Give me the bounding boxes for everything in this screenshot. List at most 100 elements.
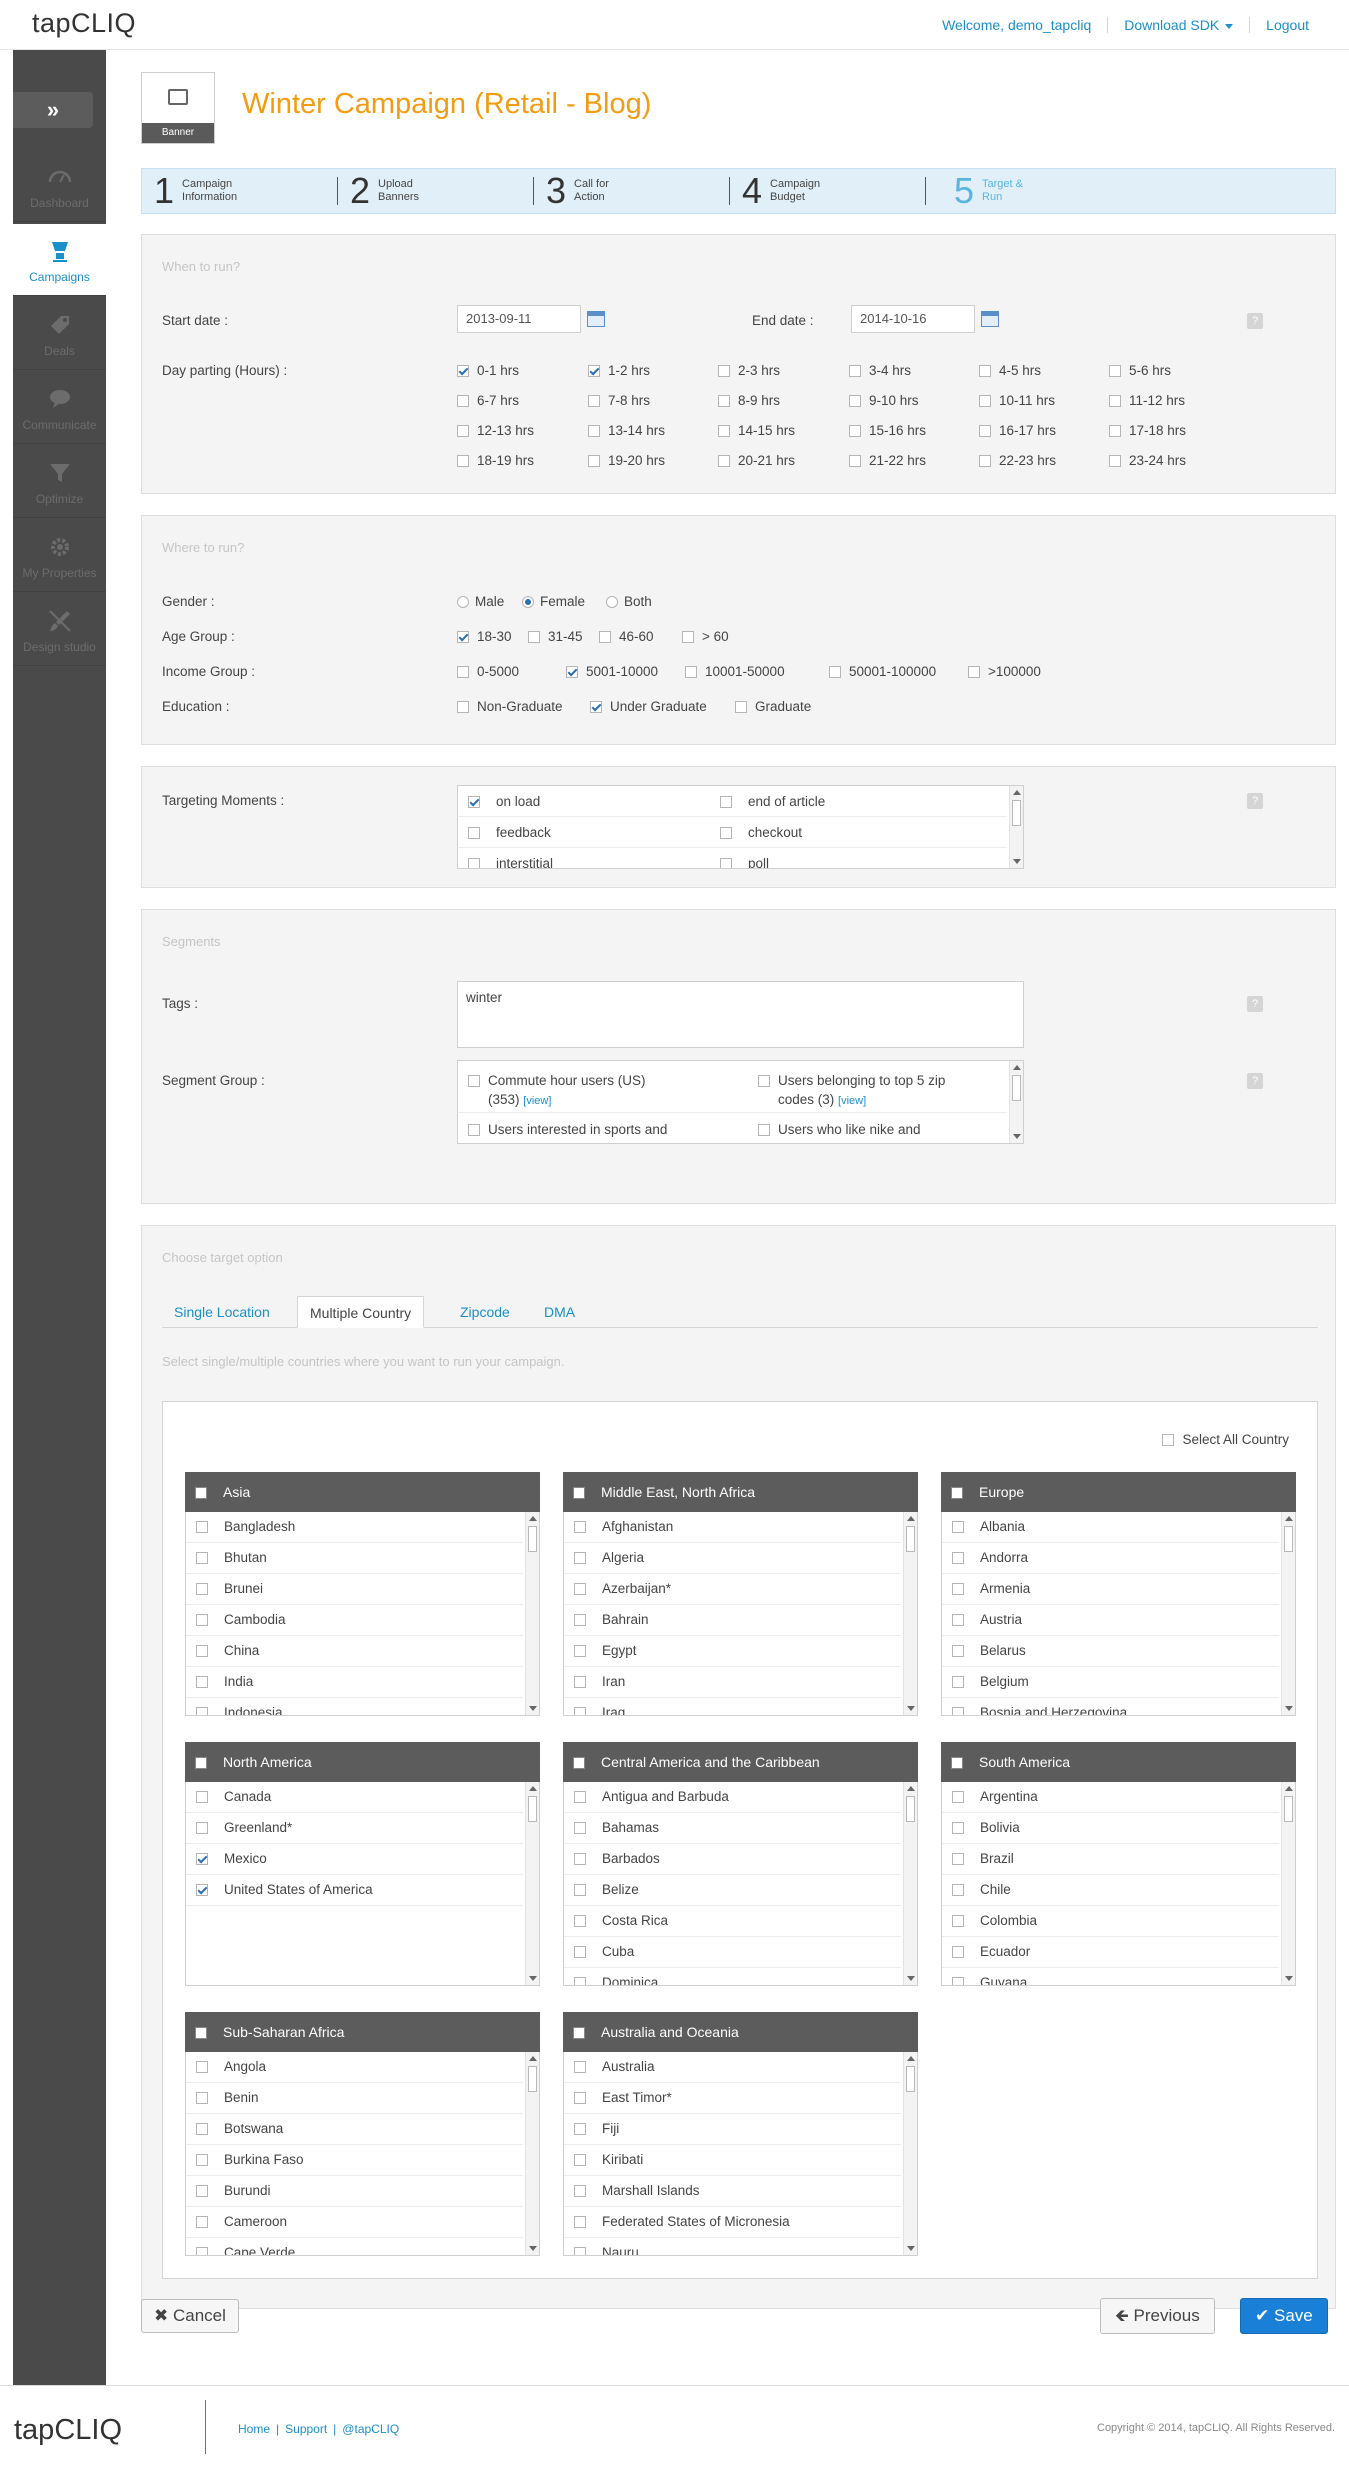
country-item[interactable]: Angola xyxy=(186,2052,523,2083)
hour-checkbox[interactable] xyxy=(1109,425,1121,438)
region-header[interactable]: Central America and the Caribbean xyxy=(563,1742,918,1782)
hour-option[interactable]: 11-12 hrs xyxy=(1109,393,1185,408)
income-option[interactable]: 0-5000 xyxy=(457,664,519,679)
hour-checkbox[interactable] xyxy=(1109,365,1121,378)
country-checkbox[interactable] xyxy=(574,2092,586,2105)
country-checkbox[interactable] xyxy=(196,1853,208,1866)
header-logo[interactable]: tapCLIQ xyxy=(32,8,136,39)
country-item[interactable]: Greenland* xyxy=(186,1813,523,1844)
sidebar-toggle-button[interactable]: » xyxy=(13,92,93,128)
education-option[interactable]: Non-Graduate xyxy=(457,699,563,714)
step-upload-banners[interactable]: 2 Upload Banners xyxy=(338,169,534,213)
country-list[interactable]: Antigua and Barbuda Bahamas Barbados Belize… xyxy=(563,1782,918,1986)
sidebar-item-optimize[interactable]: Optimize xyxy=(13,446,106,518)
country-item[interactable]: Belgium xyxy=(942,1667,1279,1698)
step-campaign-budget[interactable]: 4 Campaign Budget xyxy=(730,169,926,213)
segment-checkbox[interactable] xyxy=(468,1124,480,1137)
sidebar-item-campaigns[interactable]: Campaigns xyxy=(13,224,106,296)
country-checkbox[interactable] xyxy=(574,1791,586,1804)
hour-option[interactable]: 19-20 hrs xyxy=(588,453,665,468)
scroll-thumb[interactable] xyxy=(906,2066,915,2092)
country-checkbox[interactable] xyxy=(196,2154,208,2167)
country-item[interactable]: Antigua and Barbuda xyxy=(564,1782,901,1813)
hour-option[interactable]: 21-22 hrs xyxy=(849,453,926,468)
segment-checkbox[interactable] xyxy=(468,1075,480,1088)
age-option[interactable]: 46-60 xyxy=(599,629,654,644)
hour-option[interactable]: 4-5 hrs xyxy=(979,363,1041,378)
age-option[interactable]: 18-30 xyxy=(457,629,512,644)
hour-option[interactable]: 1-2 hrs xyxy=(588,363,650,378)
region-header[interactable]: Middle East, North Africa xyxy=(563,1472,918,1512)
scroll-thumb[interactable] xyxy=(1012,1075,1021,1101)
country-checkbox[interactable] xyxy=(952,1614,964,1627)
education-checkbox[interactable] xyxy=(590,701,602,714)
hour-checkbox[interactable] xyxy=(588,425,600,438)
country-item[interactable]: Barbados xyxy=(564,1844,901,1875)
income-checkbox[interactable] xyxy=(566,666,578,679)
country-item[interactable]: United States of America xyxy=(186,1875,523,1906)
country-item[interactable]: Belize xyxy=(564,1875,901,1906)
help-icon[interactable]: ? xyxy=(1247,1073,1263,1089)
country-item[interactable]: Iraq xyxy=(564,1698,901,1715)
hour-checkbox[interactable] xyxy=(457,455,469,468)
country-list[interactable]: Afghanistan Algeria Azerbaijan* Bahrain Egyp… xyxy=(563,1512,918,1716)
moment-checkbox[interactable] xyxy=(720,796,732,809)
moment-checkbox[interactable] xyxy=(468,827,480,840)
hour-checkbox[interactable] xyxy=(849,395,861,408)
income-option[interactable]: 50001-100000 xyxy=(829,664,936,679)
scroll-thumb[interactable] xyxy=(528,2066,537,2092)
hour-checkbox[interactable] xyxy=(979,425,991,438)
country-item[interactable]: Brazil xyxy=(942,1844,1279,1875)
country-item[interactable]: Albania xyxy=(942,1512,1279,1543)
country-item[interactable]: Colombia xyxy=(942,1906,1279,1937)
country-item[interactable]: Algeria xyxy=(564,1543,901,1574)
age-option[interactable]: > 60 xyxy=(682,629,729,644)
moment-item[interactable]: interstitial xyxy=(468,856,553,868)
country-list[interactable]: Argentina Bolivia Brazil Chile Colombia Ecuad… xyxy=(941,1782,1296,1986)
country-checkbox[interactable] xyxy=(952,1853,964,1866)
country-item[interactable]: Afghanistan xyxy=(564,1512,901,1543)
hour-option[interactable]: 2-3 hrs xyxy=(718,363,780,378)
scrollbar[interactable] xyxy=(525,1512,539,1715)
hour-checkbox[interactable] xyxy=(588,365,600,378)
country-item[interactable]: Austria xyxy=(942,1605,1279,1636)
sidebar-item-communicate[interactable]: Communicate xyxy=(13,372,106,444)
country-item[interactable]: Fiji xyxy=(564,2114,901,2145)
scroll-thumb[interactable] xyxy=(1284,1526,1293,1552)
end-date-input[interactable]: 2014-10-16 xyxy=(851,305,975,333)
country-item[interactable]: Bhutan xyxy=(186,1543,523,1574)
country-checkbox[interactable] xyxy=(574,1521,586,1534)
income-checkbox[interactable] xyxy=(968,666,980,679)
education-checkbox[interactable] xyxy=(735,701,747,714)
region-checkbox[interactable] xyxy=(195,2027,207,2040)
age-checkbox[interactable] xyxy=(599,631,611,644)
country-checkbox[interactable] xyxy=(574,1676,586,1689)
footer-link-support[interactable]: Support xyxy=(285,2422,327,2436)
hour-option[interactable]: 9-10 hrs xyxy=(849,393,919,408)
region-header[interactable]: Australia and Oceania xyxy=(563,2012,918,2052)
cancel-button[interactable]: ✖ Cancel xyxy=(141,2299,239,2333)
hour-option[interactable]: 14-15 hrs xyxy=(718,423,795,438)
age-checkbox[interactable] xyxy=(682,631,694,644)
moment-item[interactable]: end of article xyxy=(720,794,825,809)
scroll-thumb[interactable] xyxy=(906,1796,915,1822)
country-item[interactable]: Egypt xyxy=(564,1636,901,1667)
country-checkbox[interactable] xyxy=(196,2216,208,2229)
country-checkbox[interactable] xyxy=(196,2123,208,2136)
hour-checkbox[interactable] xyxy=(457,395,469,408)
country-item[interactable]: Azerbaijan* xyxy=(564,1574,901,1605)
welcome-link[interactable]: Welcome, demo_tapcliq xyxy=(942,17,1091,33)
previous-button[interactable]: 🡸 Previous xyxy=(1100,2298,1215,2334)
country-item[interactable]: Cameroon xyxy=(186,2207,523,2238)
country-item[interactable]: Bahrain xyxy=(564,1605,901,1636)
segment-group-item[interactable]: Users belonging to top 5 zip codes (3) [v… xyxy=(758,1071,1003,1111)
country-checkbox[interactable] xyxy=(574,1977,586,1985)
country-list[interactable]: Albania Andorra Armenia Austria Belarus Belgi… xyxy=(941,1512,1296,1716)
country-item[interactable]: Indonesia xyxy=(186,1698,523,1715)
age-option[interactable]: 31-45 xyxy=(528,629,583,644)
country-checkbox[interactable] xyxy=(574,1946,586,1959)
country-checkbox[interactable] xyxy=(952,1521,964,1534)
country-checkbox[interactable] xyxy=(574,1884,586,1897)
country-item[interactable]: Armenia xyxy=(942,1574,1279,1605)
country-item[interactable]: Nauru xyxy=(564,2238,901,2255)
